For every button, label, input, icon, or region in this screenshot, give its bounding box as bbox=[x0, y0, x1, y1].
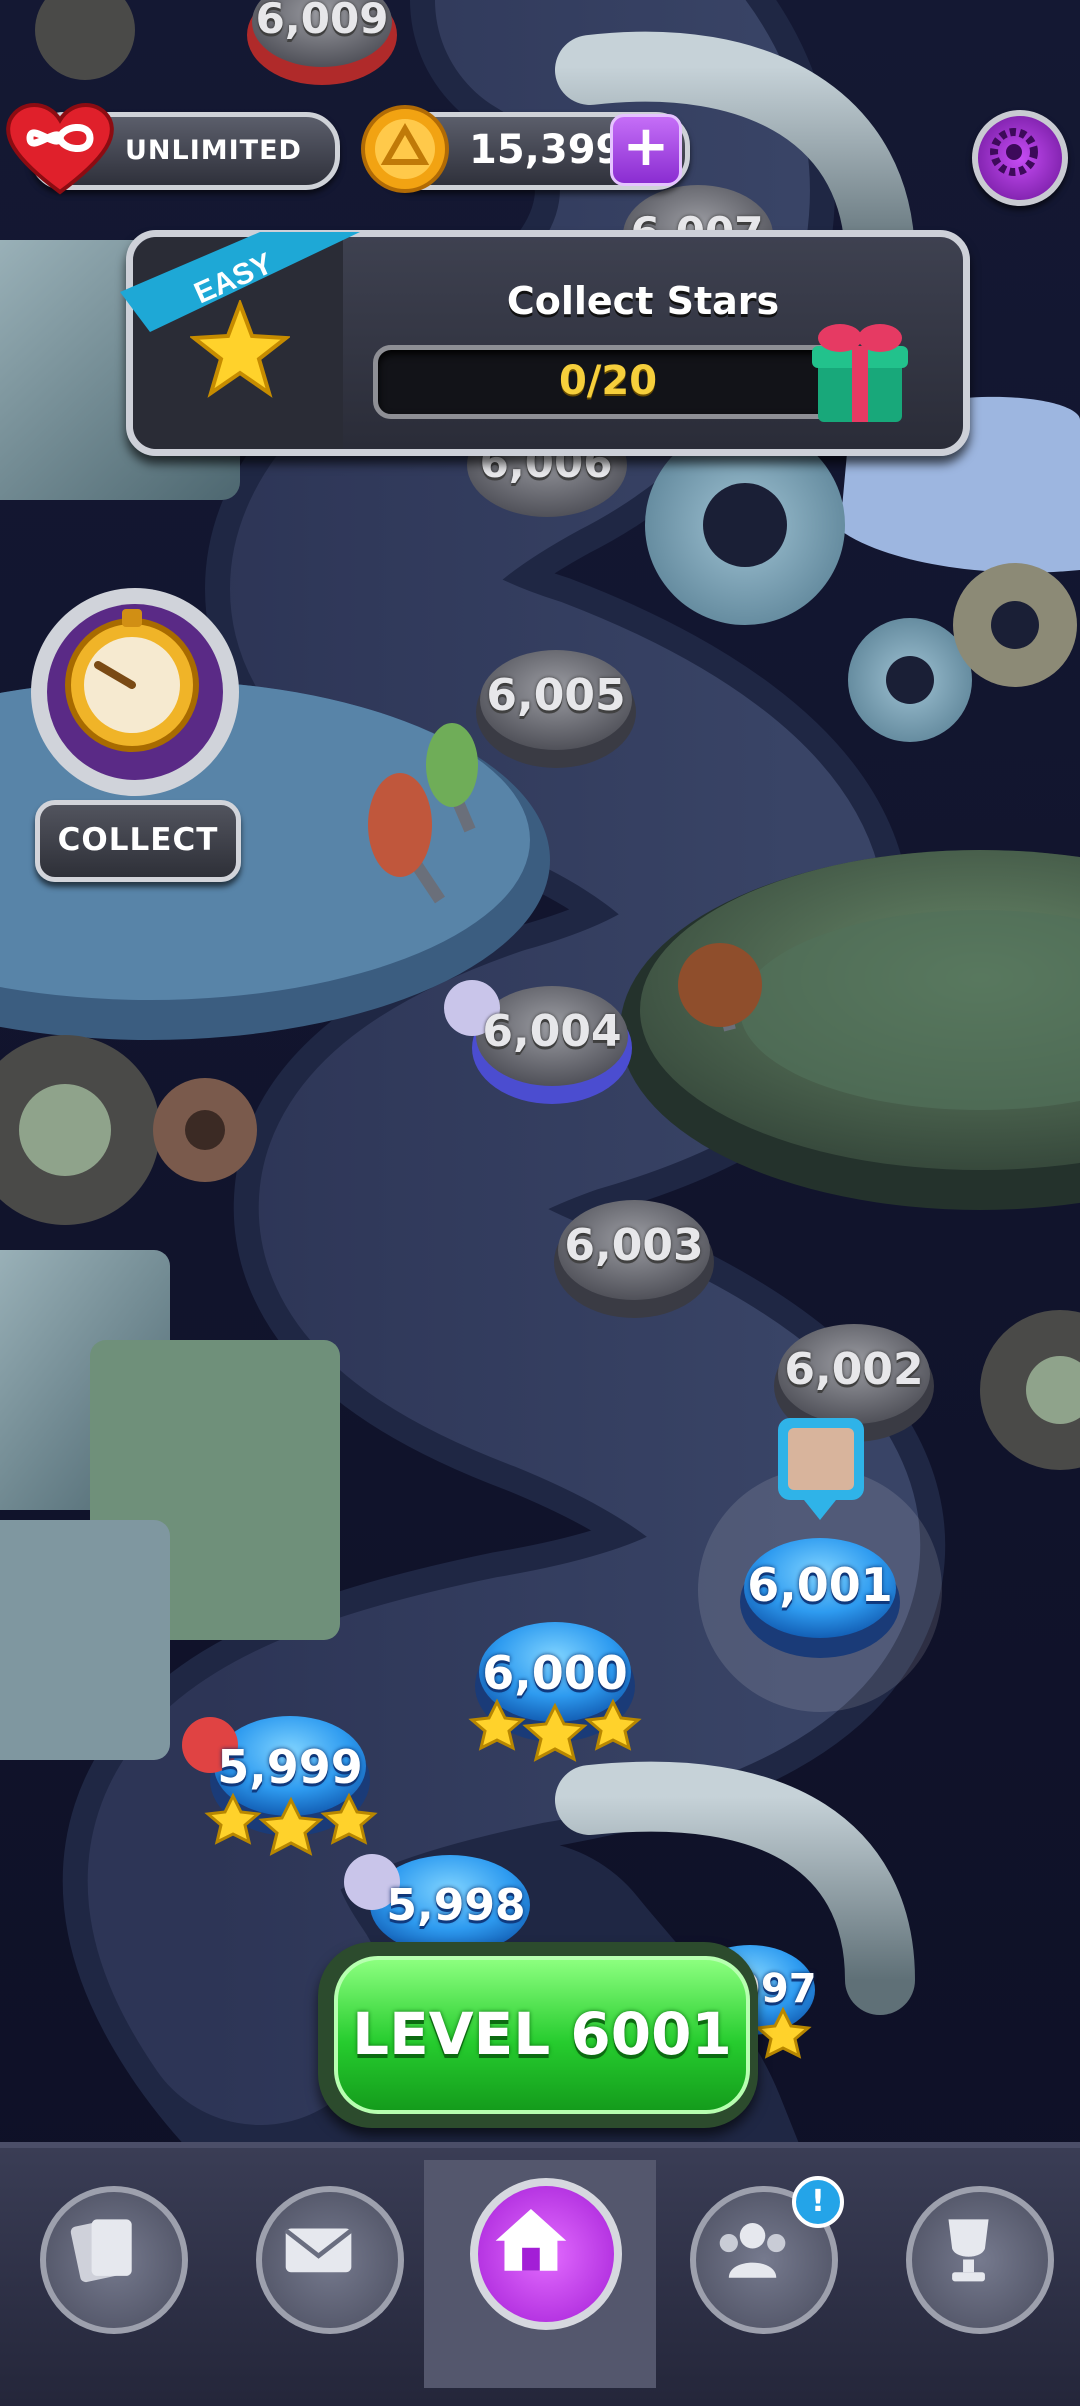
star-icon bbox=[190, 300, 290, 398]
event-progress-bar: 0/20 bbox=[373, 345, 843, 419]
level-label-6005: 6,005 bbox=[486, 670, 626, 721]
nav-cards-button[interactable] bbox=[40, 2186, 188, 2334]
level-label-5999: 5,999 bbox=[217, 1740, 363, 1794]
team-alert-badge: ! bbox=[792, 2176, 844, 2228]
coin-icon bbox=[361, 105, 449, 193]
buy-coins-button[interactable]: + bbox=[610, 114, 682, 186]
heart-icon bbox=[6, 103, 114, 195]
play-level-label: LEVEL 6001 bbox=[352, 2000, 732, 2068]
home-icon bbox=[495, 2208, 567, 2271]
event-progress-text: 0/20 bbox=[558, 358, 658, 404]
level-label-6001: 6,001 bbox=[747, 1558, 893, 1612]
stopwatch-icon[interactable] bbox=[28, 585, 243, 800]
level-label-6003: 6,003 bbox=[564, 1220, 704, 1271]
lives-label: UNLIMITED bbox=[125, 135, 302, 166]
bottom-nav: ! bbox=[0, 2142, 1080, 2406]
envelope-icon bbox=[284, 2228, 353, 2273]
nav-home-button[interactable] bbox=[470, 2178, 622, 2330]
cards-icon bbox=[70, 2219, 132, 2283]
level-label-6000: 6,000 bbox=[482, 1646, 628, 1700]
trophy-icon bbox=[948, 2219, 989, 2282]
level-label-6004: 6,004 bbox=[482, 1006, 622, 1057]
gift-icon bbox=[812, 324, 908, 422]
level-label-6009: 6,009 bbox=[255, 0, 389, 43]
play-level-button[interactable]: LEVEL 6001 bbox=[318, 1942, 758, 2128]
level-label-6002: 6,002 bbox=[784, 1344, 924, 1395]
settings-gear-icon[interactable] bbox=[972, 110, 1068, 206]
level-label-5998: 5,998 bbox=[386, 1880, 526, 1931]
nav-leaderboard-button[interactable] bbox=[906, 2186, 1054, 2334]
collect-button[interactable]: COLLECT bbox=[35, 800, 241, 882]
coins-value: 15,399 bbox=[469, 127, 624, 173]
nav-inbox-button[interactable] bbox=[256, 2186, 404, 2334]
